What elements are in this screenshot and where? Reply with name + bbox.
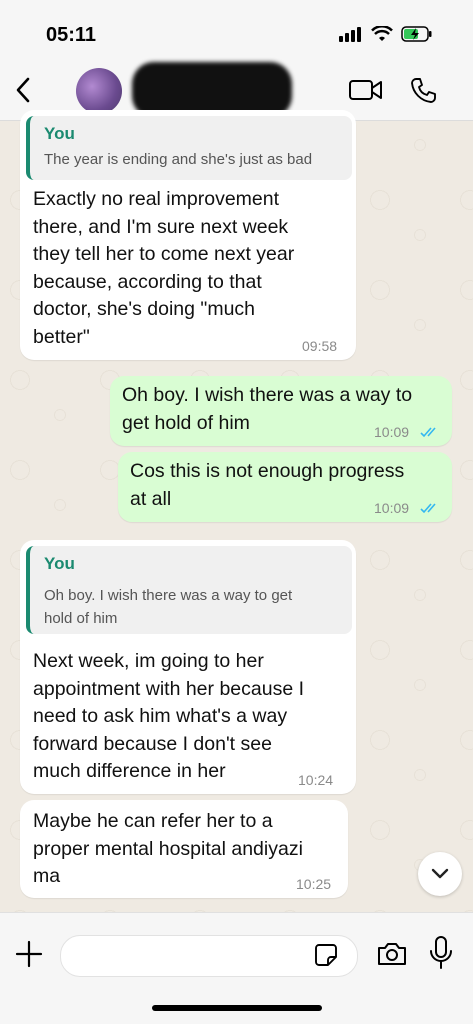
message-line: get hold of him	[122, 411, 250, 434]
home-indicator	[152, 1005, 322, 1011]
message-text: Maybe he can refer her to a proper menta…	[33, 808, 303, 891]
microphone-icon	[430, 936, 452, 969]
video-call-button[interactable]	[348, 78, 384, 107]
message-line: Oh boy. I wish there was a way to	[122, 384, 413, 406]
message-time: 10:09	[374, 500, 410, 516]
message-line: doctor, she's doing "much	[33, 298, 256, 320]
status-bar: 05:11	[0, 0, 473, 62]
voice-message-button[interactable]	[428, 935, 454, 976]
camera-icon	[378, 943, 406, 965]
sticker-button[interactable]	[314, 943, 338, 972]
contact-avatar[interactable]	[76, 68, 122, 114]
message-line: Next week, im going to her	[33, 650, 264, 672]
message-time: 10:24	[298, 772, 334, 788]
message-line: ma	[33, 865, 61, 887]
message-time: 09:58	[302, 338, 338, 354]
status-time: 05:11	[46, 24, 97, 46]
signal-icon	[339, 27, 361, 42]
message-line: proper mental hospital andiyazi	[33, 837, 303, 860]
message-line: there, and I'm sure next week	[33, 215, 289, 238]
camera-button[interactable]	[376, 941, 408, 972]
quote-line: Oh boy. I wish there was a way to get	[44, 587, 293, 604]
chevron-down-icon	[431, 868, 449, 879]
message-composer	[0, 912, 473, 1024]
message-line: Cos this is not enough progress	[130, 460, 405, 482]
message-text: Oh boy. I wish there was a way to get ho…	[122, 382, 412, 437]
message-text: Cos this is not enough progress at all	[130, 458, 404, 513]
message-line: better"	[33, 325, 90, 348]
back-button[interactable]	[8, 72, 38, 108]
message-text: Exactly no real improvement there, and I…	[33, 186, 294, 351]
message-bubble-outgoing[interactable]: Oh boy. I wish there was a way to get ho…	[110, 376, 452, 446]
quote-line: hold of him	[44, 610, 118, 627]
read-receipt-icon	[420, 427, 436, 438]
message-line: they tell her to come next year	[33, 243, 295, 265]
quoted-message[interactable]: You The year is ending and she's just as…	[26, 116, 352, 180]
attach-button[interactable]	[14, 939, 44, 974]
quote-text: Oh boy. I wish there was a way to get ho…	[44, 584, 292, 630]
message-bubble-outgoing[interactable]: Cos this is not enough progress at all 1…	[118, 452, 452, 522]
message-line: much difference in her	[33, 760, 226, 782]
status-icons	[339, 26, 433, 42]
plus-icon	[15, 940, 43, 968]
sticker-icon	[315, 944, 337, 966]
battery-charging-icon	[401, 26, 432, 42]
message-line: because, according to that	[33, 270, 262, 293]
message-bubble-incoming[interactable]: You The year is ending and she's just as…	[20, 110, 356, 360]
wifi-icon	[371, 26, 393, 41]
phone-icon	[411, 78, 436, 103]
message-bubble-incoming[interactable]: You Oh boy. I wish there was a way to ge…	[20, 540, 356, 794]
message-bubble-incoming[interactable]: Maybe he can refer her to a proper menta…	[20, 800, 348, 898]
quoted-message[interactable]: You Oh boy. I wish there was a way to ge…	[26, 546, 352, 634]
read-receipt-icon	[420, 503, 436, 514]
message-time: 10:25	[296, 876, 332, 892]
message-line: at all	[130, 487, 172, 510]
message-line: appointment with her because I	[33, 677, 305, 700]
quote-text: The year is ending and she's just as bad	[44, 151, 313, 168]
message-text: Next week, im going to her appointment w…	[33, 648, 304, 786]
video-camera-icon	[349, 80, 382, 100]
voice-call-button[interactable]	[410, 76, 438, 109]
message-line: Maybe he can refer her to a	[33, 810, 273, 832]
scroll-to-bottom-button[interactable]	[418, 852, 462, 896]
message-line: Exactly no real improvement	[33, 188, 280, 210]
message-time: 10:09	[374, 424, 410, 440]
message-line: need to ask him what's a way	[33, 705, 288, 727]
message-line: forward because I don't see	[33, 732, 272, 755]
chevron-left-icon	[16, 77, 30, 103]
quote-author: You	[44, 554, 75, 573]
quote-author: You	[44, 124, 75, 143]
